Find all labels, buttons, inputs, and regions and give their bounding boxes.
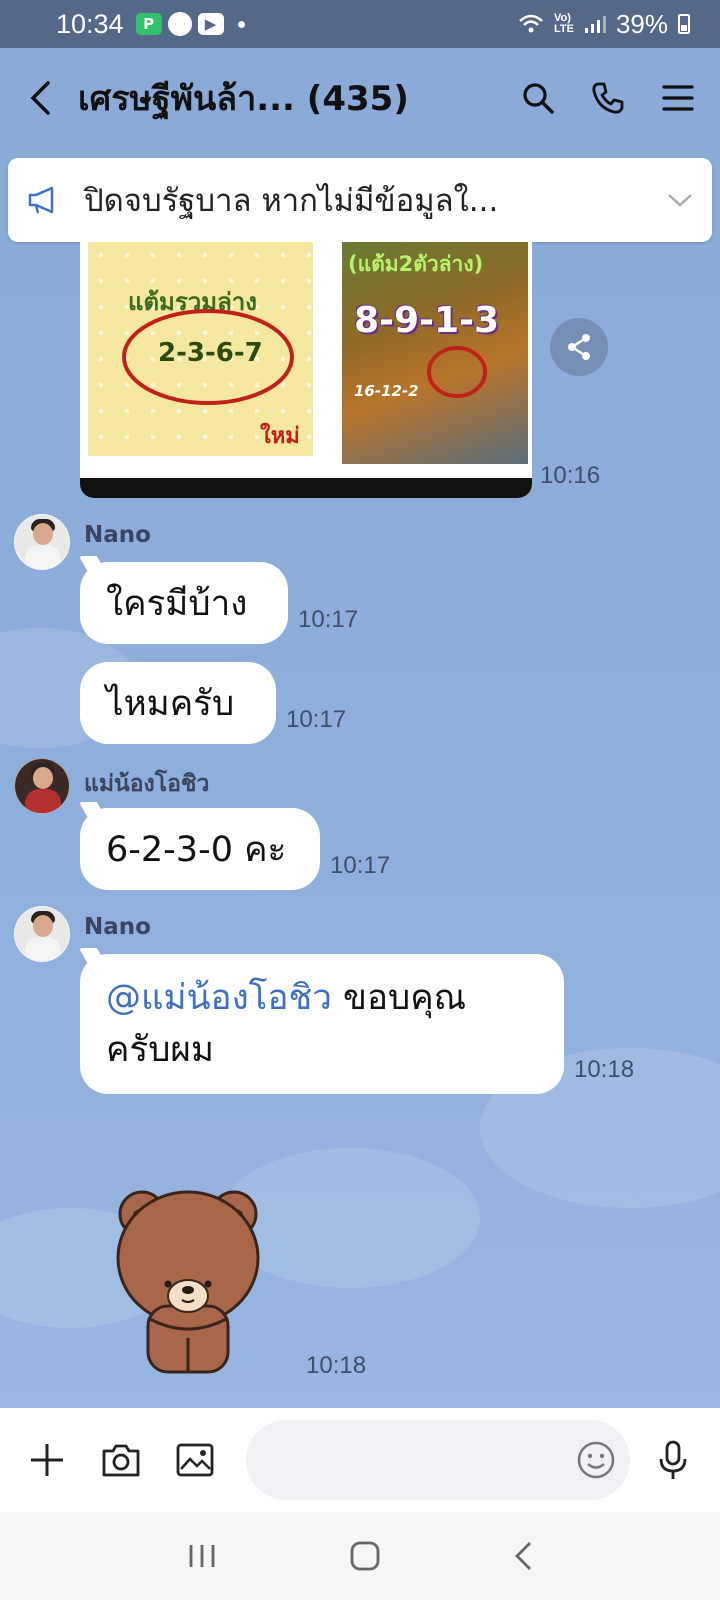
avatar-nano[interactable] <box>14 514 70 570</box>
message-time: 10:17 <box>298 606 359 633</box>
image-icon[interactable] <box>172 1437 218 1483</box>
home-icon[interactable] <box>348 1539 382 1573</box>
sender-name: แม่น้องโอชิว <box>84 771 210 797</box>
back-icon[interactable] <box>20 78 60 118</box>
message-bubble[interactable]: ไหมครับ <box>80 662 276 744</box>
notification-dot <box>237 20 245 28</box>
megaphone-icon <box>28 186 54 214</box>
announcement-banner[interactable]: ปิดจบรัฐบาล หากไม่มีข้อมูลใ... <box>8 158 712 242</box>
message-bubble[interactable]: @แม่น้องโอชิว ขอบคุณ ครับผม <box>80 954 564 1094</box>
message-time: 10:17 <box>330 852 391 879</box>
message-line: @แม่น้องโอชิว ขอบคุณ <box>106 972 466 1025</box>
image-message[interactable]: แต้มรวมล่าง 2-3-6-7 ใหม่ (แต้ม2ตัวล่าง) … <box>80 242 532 498</box>
message-time: 10:17 <box>286 706 347 733</box>
sender-name: Nano <box>84 522 151 548</box>
message-text: ขอบคุณ <box>331 977 467 1018</box>
chat-title[interactable]: เศรษฐีพันล้า... (435) <box>78 71 409 125</box>
status-time: 10:34 <box>56 8 124 39</box>
message-text: 6-2-3-0 คะ <box>106 829 287 870</box>
message-line: ครับผม <box>106 1030 215 1070</box>
plus-icon[interactable] <box>24 1437 70 1483</box>
search-icon[interactable] <box>516 76 560 120</box>
sender-name: Nano <box>84 914 151 940</box>
lottery-image-right: (แต้ม2ตัวล่าง) 8-9-1-3 16-12-2 <box>342 242 528 464</box>
announcement-text: ปิดจบรัฐบาล หากไม่มีข้อมูลใ... <box>84 183 499 219</box>
message-bubble[interactable]: ใครมีบ้าง <box>80 562 288 644</box>
system-nav-bar <box>0 1512 720 1600</box>
message-time: 10:18 <box>306 1352 367 1379</box>
avatar-nano[interactable] <box>14 906 70 962</box>
image-bottom-bar <box>80 478 532 498</box>
message-time: 10:18 <box>574 1056 635 1083</box>
mention-link[interactable]: @แม่น้องโอชิว <box>106 978 332 1018</box>
volte-icon: Vo) LTE <box>553 12 574 35</box>
chevron-down-icon[interactable] <box>666 191 694 209</box>
image-right-label: (แต้ม2ตัวล่าง) <box>348 252 484 276</box>
signal-icon <box>584 16 606 33</box>
wifi-icon <box>519 14 543 33</box>
app-icon <box>167 12 192 36</box>
share-icon <box>568 334 590 360</box>
battery-percent: 39% <box>615 8 668 39</box>
status-system-icons: Vo) LTE 39% <box>518 9 690 40</box>
recent-apps-icon[interactable] <box>185 1541 219 1571</box>
message-text: ใครมีบ้าง <box>106 583 248 624</box>
back-nav-icon[interactable] <box>511 1539 535 1573</box>
p-icon: P <box>135 13 162 35</box>
message-input[interactable] <box>246 1420 630 1500</box>
avatar-mae-nong-ochiw[interactable] <box>14 758 70 814</box>
image-right-date: 16-12-2 <box>354 382 419 400</box>
emoji-icon[interactable] <box>576 1440 616 1480</box>
camera-icon[interactable] <box>98 1437 144 1483</box>
menu-icon[interactable] <box>656 76 700 120</box>
battery-icon <box>678 14 690 34</box>
youtube-icon: ▶ <box>197 13 224 35</box>
call-icon[interactable] <box>586 76 630 120</box>
image-right-numbers: 8-9-1-3 <box>354 300 500 341</box>
chat-header: เศรษฐีพันล้า... (435) <box>0 48 720 148</box>
message-bubble[interactable]: 6-2-3-0 คะ <box>80 808 320 890</box>
brown-bear-sticker[interactable] <box>108 1178 268 1378</box>
microphone-icon[interactable] <box>650 1437 696 1483</box>
image-left-badge: ใหม่ <box>260 424 300 449</box>
message-text: ไหมครับ <box>106 683 235 724</box>
status-bar: 10:34 P ▶ Vo) LTE 39% <box>0 0 720 48</box>
message-time: 10:16 <box>540 462 601 489</box>
lottery-image-left: แต้มรวมล่าง 2-3-6-7 ใหม่ <box>88 242 313 456</box>
share-button[interactable] <box>550 318 608 376</box>
input-bar <box>0 1408 720 1512</box>
status-notification-icons: P ▶ <box>135 12 224 36</box>
